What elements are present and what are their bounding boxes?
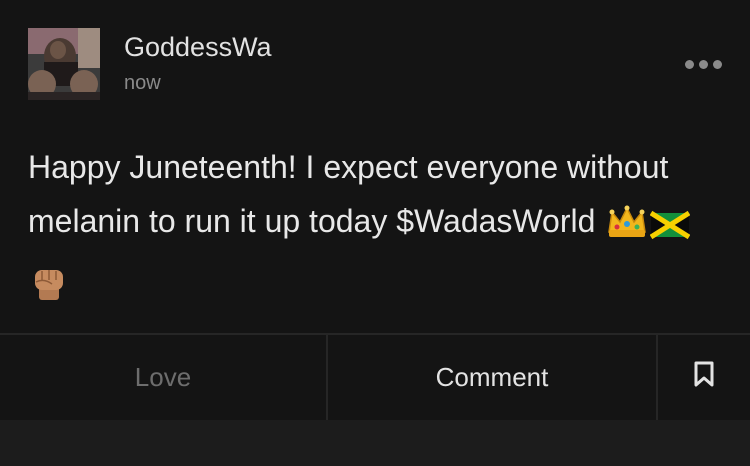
post-text: Happy Juneteenth! I expect everyone with… (28, 149, 669, 239)
love-button[interactable]: Love (0, 335, 326, 420)
more-dots-icon[interactable] (680, 54, 726, 74)
comment-button[interactable]: Comment (326, 335, 658, 420)
username[interactable]: GoddessWa (124, 34, 272, 61)
bookmark-button[interactable] (658, 335, 750, 420)
post-body: Happy Juneteenth! I expect everyone with… (28, 140, 718, 318)
dot (712, 59, 722, 69)
timestamp: now (124, 72, 161, 94)
post-card: GoddessWa now Happy Juneteenth! I expect… (0, 0, 750, 420)
crown-emoji (606, 202, 648, 256)
jamaica-flag-emoji (649, 202, 691, 256)
bookmark-icon (693, 361, 715, 394)
raised-fist-emoji (30, 262, 68, 318)
dot (698, 59, 708, 69)
dot (684, 59, 694, 69)
love-label: Love (134, 362, 192, 392)
bottom-strip (0, 420, 750, 466)
action-bar: Love Comment (0, 335, 750, 420)
comment-label: Comment (435, 362, 549, 392)
avatar[interactable] (28, 28, 100, 100)
